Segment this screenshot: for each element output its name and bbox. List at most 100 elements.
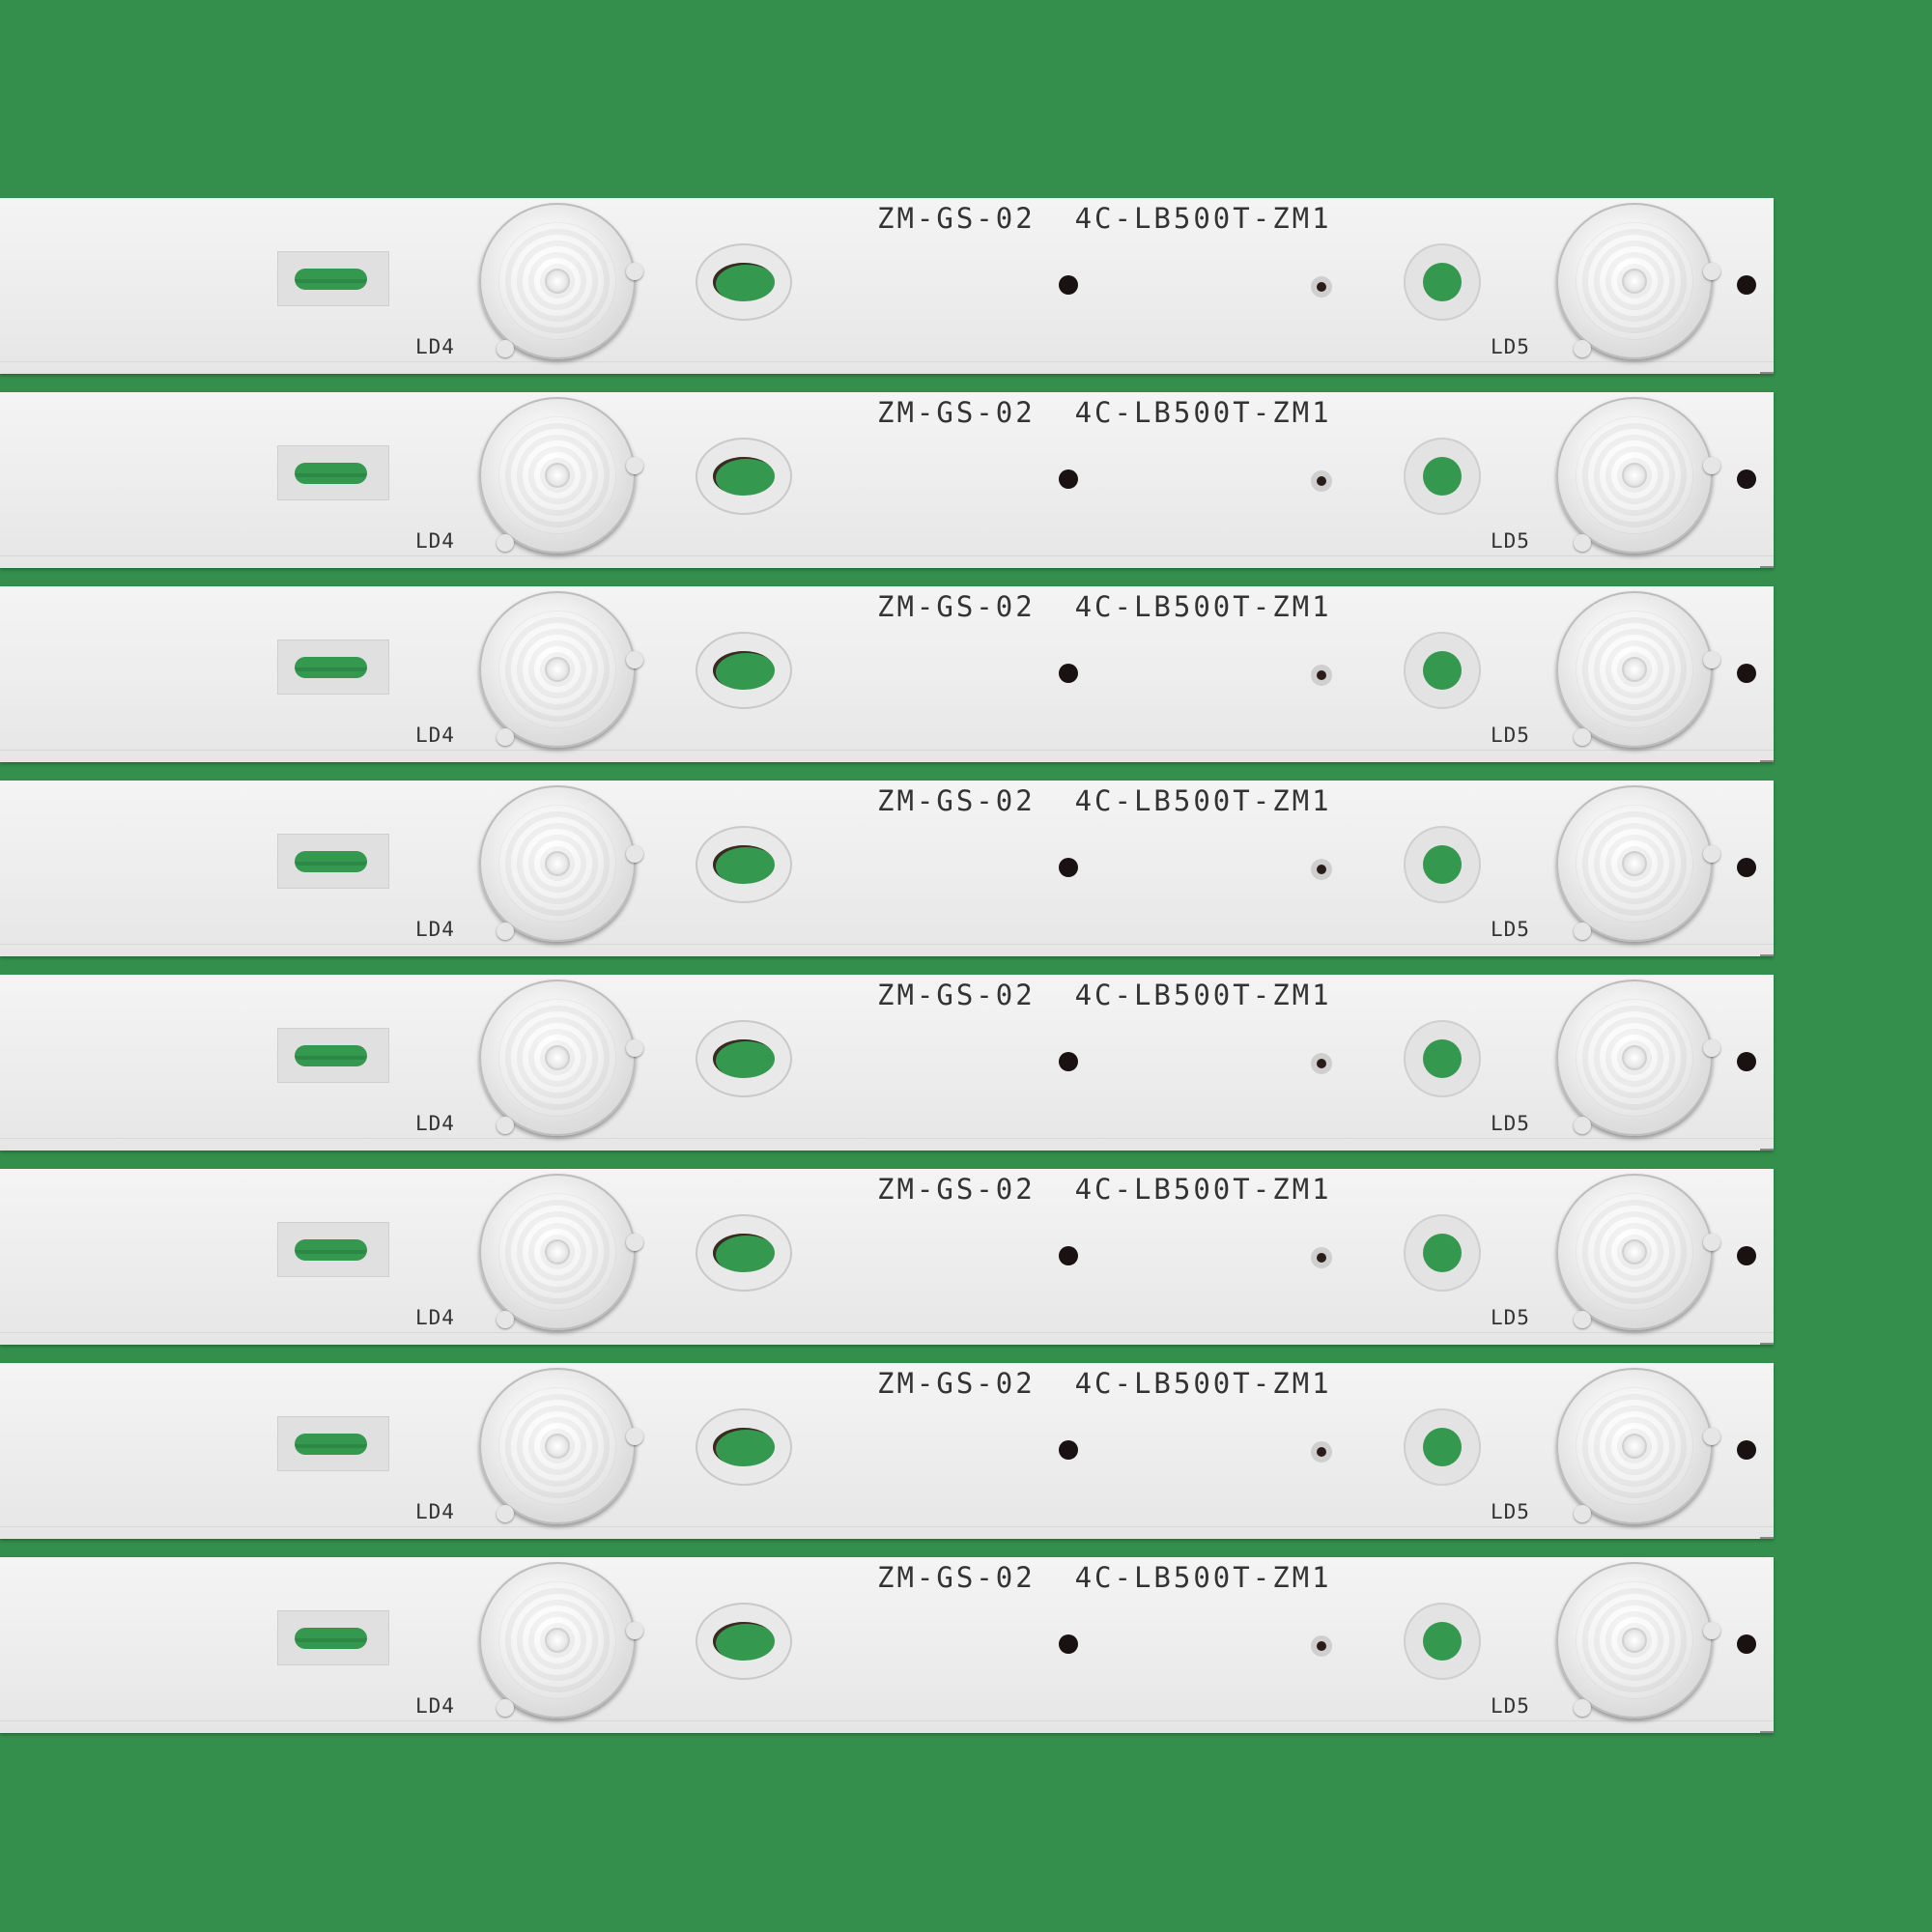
round-hole-opening	[1423, 263, 1462, 301]
connector-slot-hole	[295, 851, 367, 872]
round-mounting-hole	[1404, 632, 1481, 709]
led-lens-ld5	[1556, 785, 1720, 942]
strip-label-ld4: LD4	[415, 1112, 455, 1135]
solder-point	[1737, 1440, 1756, 1460]
connector-slot-hole	[295, 1239, 367, 1261]
strip-divider-line	[0, 1526, 1774, 1527]
led-strip: ZM-GS-02 4C-LB500T-ZM1 LD4 LD5	[0, 392, 1774, 568]
strip-label-ld5: LD5	[1491, 724, 1530, 747]
strip-end-mark	[1760, 372, 1774, 374]
connector-slot-pad	[277, 445, 389, 500]
lens-mounting-tab	[497, 1117, 514, 1134]
strip-label-ld4: LD4	[415, 1306, 455, 1329]
strip-label-ld4: LD4	[415, 918, 455, 941]
solder-point	[1059, 469, 1078, 489]
round-hole-opening	[1423, 457, 1462, 496]
led-chip	[547, 659, 568, 680]
lens-mounting-tab	[1703, 1039, 1720, 1057]
strip-model-text: ZM-GS-02 4C-LB500T-ZM1	[877, 1367, 1332, 1400]
lens-mounting-tab	[1574, 923, 1591, 940]
lens-mounting-tab	[626, 651, 643, 668]
oval-mounting-hole	[696, 632, 792, 709]
oval-mounting-hole	[696, 1408, 792, 1486]
strip-end-mark	[1760, 954, 1774, 956]
led-strip: ZM-GS-02 4C-LB500T-ZM1 LD4 LD5	[0, 1169, 1774, 1345]
led-strip: ZM-GS-02 4C-LB500T-ZM1 LD4 LD5	[0, 1363, 1774, 1539]
round-hole-opening	[1423, 1622, 1462, 1661]
solder-point	[1311, 470, 1332, 492]
connector-slot-pad	[277, 1416, 389, 1471]
oval-hole-opening	[713, 457, 775, 496]
led-lens-ld4	[479, 203, 643, 359]
led-chip	[1624, 1047, 1645, 1068]
led-chip	[1624, 270, 1645, 292]
lens-mounting-tab	[497, 1699, 514, 1717]
lens-mounting-tab	[1703, 845, 1720, 863]
round-hole-opening	[1423, 651, 1462, 690]
led-strip: ZM-GS-02 4C-LB500T-ZM1 LD4 LD5	[0, 975, 1774, 1151]
oval-hole-opening	[713, 845, 775, 884]
lens-mounting-tab	[626, 1622, 643, 1639]
solder-point	[1737, 1634, 1756, 1654]
lens-mounting-tab	[1574, 1505, 1591, 1522]
round-mounting-hole	[1404, 243, 1481, 321]
strip-divider-line	[0, 1332, 1774, 1333]
connector-slot-pad	[277, 1222, 389, 1277]
solder-point	[1311, 276, 1332, 298]
oval-hole-opening	[713, 1428, 775, 1466]
led-strip: ZM-GS-02 4C-LB500T-ZM1 LD4 LD5	[0, 1557, 1774, 1733]
oval-hole-opening	[713, 1039, 775, 1078]
solder-point	[1311, 665, 1332, 686]
strip-divider-line	[0, 1720, 1774, 1721]
strip-model-text: ZM-GS-02 4C-LB500T-ZM1	[877, 1173, 1332, 1206]
led-lens-ld5	[1556, 1174, 1720, 1330]
connector-slot-pad	[277, 1028, 389, 1083]
solder-point	[1311, 1053, 1332, 1074]
oval-mounting-hole	[696, 243, 792, 321]
lens-mounting-tab	[626, 1234, 643, 1251]
led-chip	[1624, 1630, 1645, 1651]
lens-mounting-tab	[1574, 1117, 1591, 1134]
lens-mounting-tab	[1574, 534, 1591, 552]
connector-slot-hole	[295, 463, 367, 484]
round-hole-opening	[1423, 1428, 1462, 1466]
lens-mounting-tab	[1703, 263, 1720, 280]
solder-point	[1059, 1246, 1078, 1265]
led-chip	[1624, 1435, 1645, 1457]
lens-mounting-tab	[626, 1428, 643, 1445]
led-chip	[547, 1630, 568, 1651]
lens-mounting-tab	[1574, 1311, 1591, 1328]
oval-hole-opening	[713, 263, 775, 301]
led-chip	[547, 270, 568, 292]
solder-point	[1311, 1635, 1332, 1657]
led-lens-ld4	[479, 1562, 643, 1719]
strip-end-mark	[1760, 1537, 1774, 1539]
oval-mounting-hole	[696, 1020, 792, 1097]
solder-point	[1311, 1247, 1332, 1268]
strip-model-text: ZM-GS-02 4C-LB500T-ZM1	[877, 396, 1332, 429]
round-mounting-hole	[1404, 826, 1481, 903]
solder-point	[1059, 1440, 1078, 1460]
oval-mounting-hole	[696, 1603, 792, 1680]
strip-label-ld4: LD4	[415, 1694, 455, 1718]
led-chip	[547, 465, 568, 486]
round-mounting-hole	[1404, 1603, 1481, 1680]
strip-label-ld5: LD5	[1491, 918, 1530, 941]
solder-point	[1737, 858, 1756, 877]
round-mounting-hole	[1404, 1020, 1481, 1097]
connector-slot-hole	[295, 1045, 367, 1066]
strip-label-ld4: LD4	[415, 529, 455, 553]
led-lens-ld4	[479, 785, 643, 942]
solder-point	[1737, 1246, 1756, 1265]
led-lens-ld5	[1556, 1562, 1720, 1719]
strip-divider-line	[0, 555, 1774, 556]
oval-mounting-hole	[696, 1214, 792, 1292]
led-lens-ld5	[1556, 203, 1720, 359]
connector-slot-hole	[295, 1434, 367, 1455]
led-chip	[1624, 1241, 1645, 1263]
connector-slot-pad	[277, 834, 389, 889]
lens-mounting-tab	[1574, 728, 1591, 746]
lens-mounting-tab	[497, 340, 514, 357]
solder-point	[1737, 1052, 1756, 1071]
strip-model-text: ZM-GS-02 4C-LB500T-ZM1	[877, 202, 1332, 235]
